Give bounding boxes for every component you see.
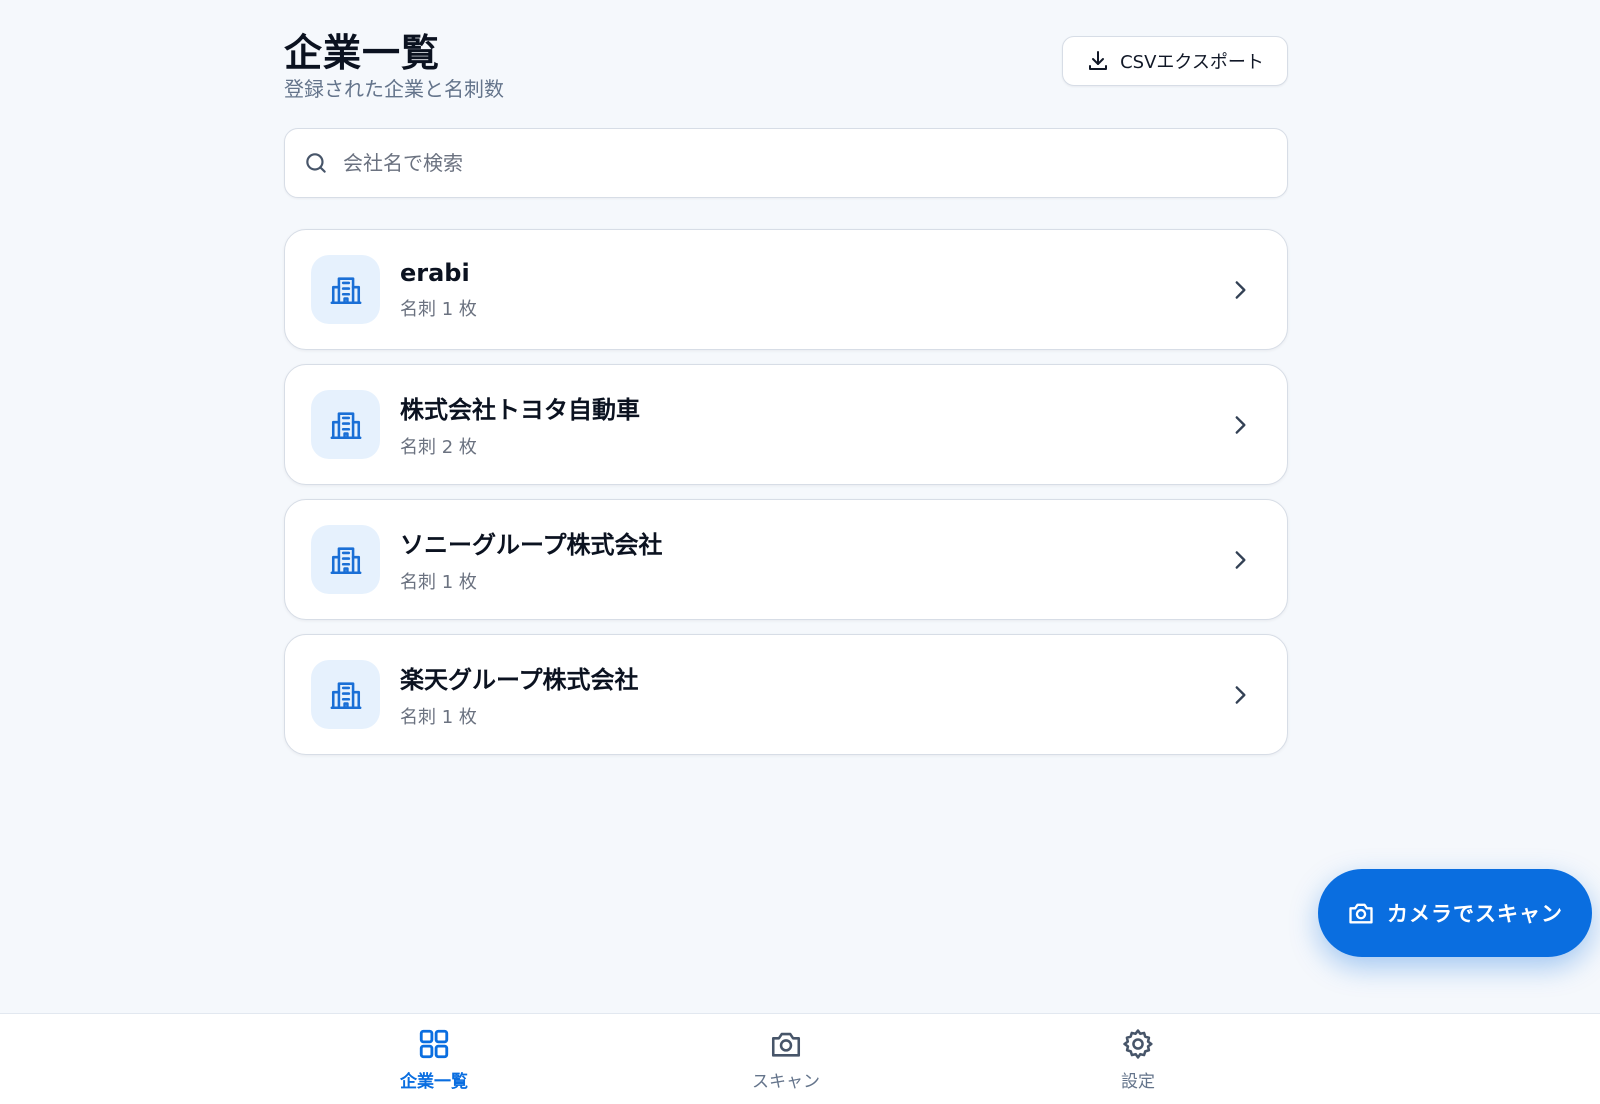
page-title: 企業一覧 [284, 31, 441, 75]
company-text: erabi 名刺 1 枚 [400, 259, 477, 321]
camera-scan-fab[interactable]: カメラでスキャン [1318, 869, 1592, 957]
fab-label: カメラでスキャン [1387, 902, 1563, 926]
card-count: 名刺 1 枚 [400, 298, 477, 320]
building-icon [330, 276, 361, 304]
company-card[interactable]: 楽天グループ株式会社 名刺 1 枚 [284, 634, 1288, 755]
building-icon [330, 411, 361, 439]
chevron-right-icon [1235, 550, 1246, 569]
company-text: ソニーグループ株式会社 名刺 1 枚 [400, 525, 663, 594]
nav-tab-companies[interactable]: 企業一覧 [334, 1014, 534, 1104]
search-icon [306, 153, 326, 173]
nav-label: 企業一覧 [400, 1072, 468, 1092]
nav-tab-settings[interactable]: 設定 [1038, 1014, 1238, 1104]
company-card[interactable]: 株式会社トヨタ自動車 名刺 2 枚 [284, 364, 1288, 485]
bottom-nav: 企業一覧 スキャン 設定 [0, 1013, 1600, 1104]
company-list: erabi 名刺 1 枚 株式会社トヨタ自動車 名刺 2 枚 ソニーグループ株式… [284, 229, 1288, 755]
csv-export-label: CSVエクスポート [1120, 52, 1264, 73]
company-icon-tile [311, 255, 380, 324]
chevron-right-icon [1235, 685, 1246, 704]
csv-export-button[interactable]: CSVエクスポート [1062, 36, 1288, 86]
chevron-right-icon [1235, 415, 1246, 434]
building-icon [330, 546, 361, 574]
search-box[interactable] [284, 128, 1288, 198]
nav-label: スキャン [752, 1072, 820, 1092]
camera-icon [771, 1032, 801, 1057]
chevron-right-icon [1235, 280, 1246, 299]
grid-icon [419, 1029, 449, 1059]
company-name: ソニーグループ株式会社 [400, 531, 663, 559]
nav-label: 設定 [1121, 1072, 1155, 1092]
page-subtitle: 登録された企業と名刺数 [284, 77, 504, 101]
page: 企業一覧 登録された企業と名刺数 CSVエクスポート erabi 名 [0, 0, 1600, 1104]
gear-icon [1123, 1029, 1153, 1059]
search-input[interactable] [343, 143, 1263, 183]
card-count: 名刺 1 枚 [400, 572, 477, 593]
card-count: 名刺 1 枚 [400, 707, 477, 728]
download-icon [1089, 51, 1108, 70]
company-card[interactable]: erabi 名刺 1 枚 [284, 229, 1288, 350]
company-icon-tile [311, 660, 380, 729]
company-text: 株式会社トヨタ自動車 名刺 2 枚 [400, 390, 640, 459]
camera-icon [1349, 903, 1373, 924]
nav-tab-scan[interactable]: スキャン [686, 1014, 886, 1104]
company-name: 株式会社トヨタ自動車 [400, 396, 640, 424]
company-name: erabi [400, 258, 470, 287]
company-card[interactable]: ソニーグループ株式会社 名刺 1 枚 [284, 499, 1288, 620]
header: 企業一覧 登録された企業と名刺数 CSVエクスポート [284, 18, 1288, 108]
company-icon-tile [311, 525, 380, 594]
company-icon-tile [311, 390, 380, 459]
card-count: 名刺 2 枚 [400, 437, 477, 458]
company-text: 楽天グループ株式会社 名刺 1 枚 [400, 660, 639, 729]
company-name: 楽天グループ株式会社 [400, 666, 639, 694]
building-icon [330, 681, 361, 709]
